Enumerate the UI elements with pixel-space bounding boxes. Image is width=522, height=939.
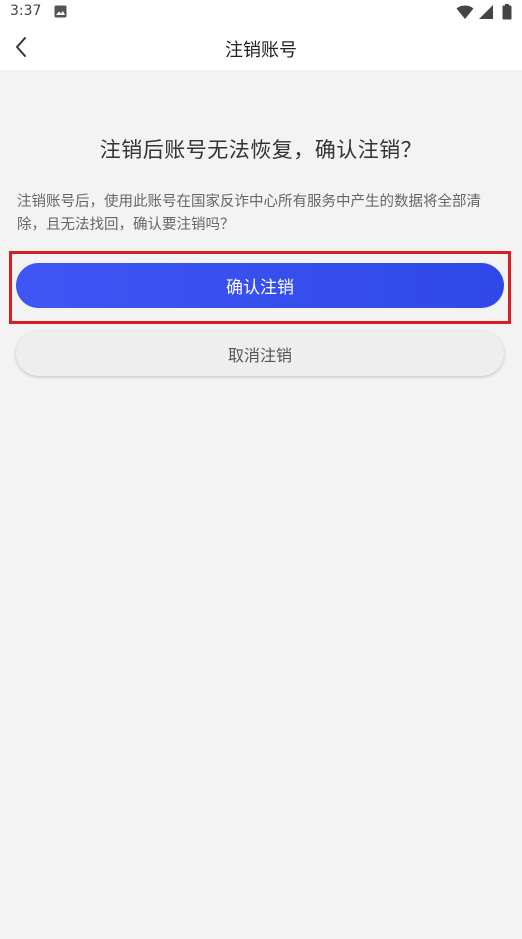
warning-description: 注销账号后，使用此账号在国家反诈中心所有服务中产生的数据将全部清除，且无法找回，…	[17, 194, 481, 233]
wifi-icon	[456, 5, 474, 19]
status-time: 3:37	[10, 3, 42, 19]
confirm-heading: 注销后账号无法恢复，确认注销？	[99, 138, 423, 162]
page-title: 注销账号	[225, 40, 297, 61]
status-bar: 3:37	[0, 0, 522, 24]
signal-icon	[479, 5, 493, 19]
image-icon	[54, 5, 67, 18]
confirm-deregister-button[interactable]: 确认注销	[16, 263, 504, 308]
battery-icon	[502, 4, 512, 20]
app-bar: 注销账号	[0, 24, 522, 70]
cancel-deregister-button[interactable]: 取消注销	[16, 331, 504, 376]
main-content: 注销后账号无法恢复，确认注销？ 注销账号后，使用此账号在国家反诈中心所有服务中产…	[0, 70, 522, 939]
